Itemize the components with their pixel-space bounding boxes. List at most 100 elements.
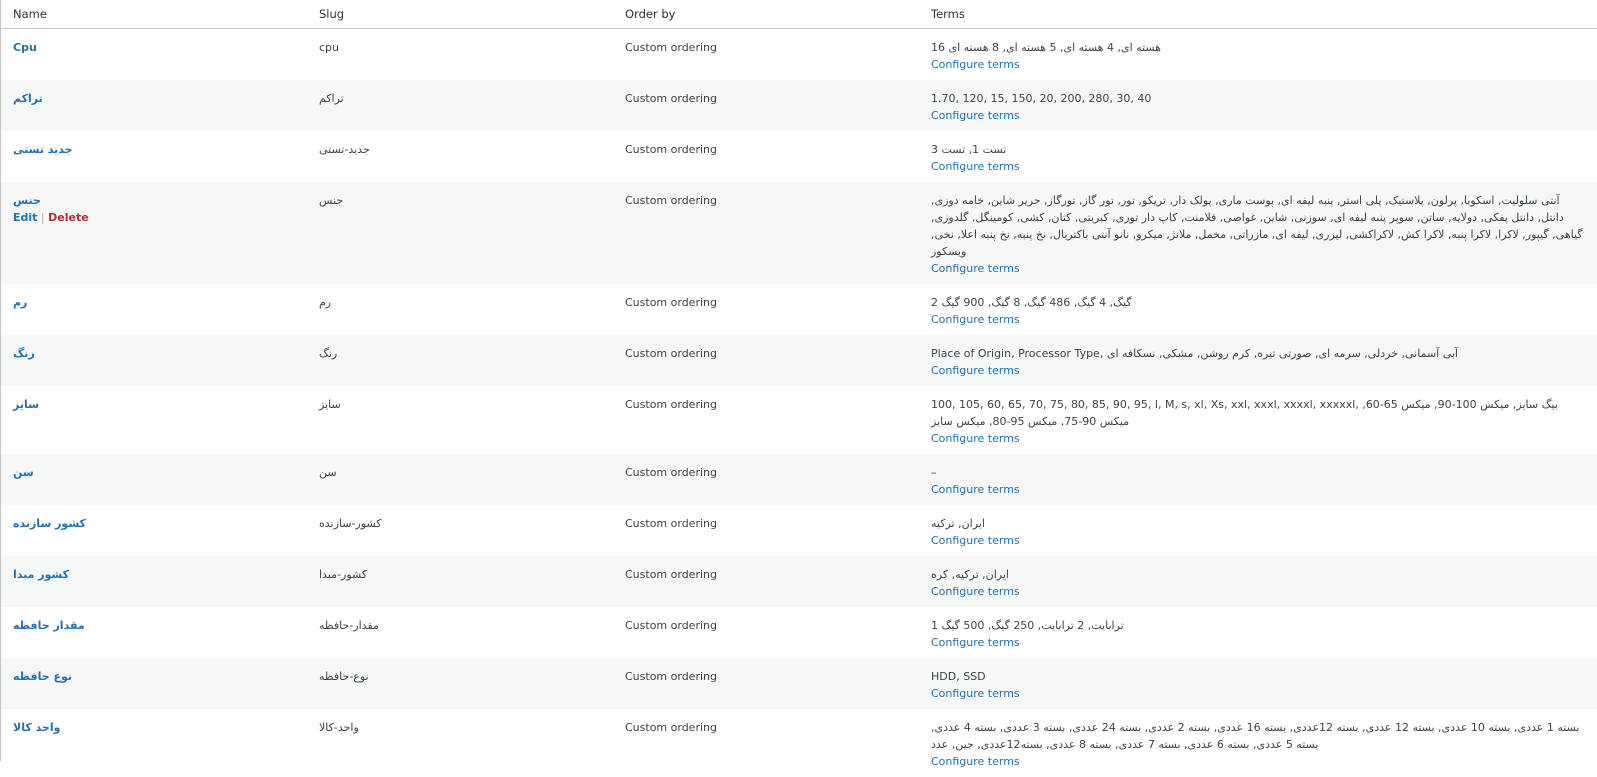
attribute-terms: بسته 1 عددی, بسته 10 عددی, بسته 12 عددی,… xyxy=(931,719,1586,753)
attribute-slug-cell: سن xyxy=(307,454,613,505)
attribute-name-link[interactable]: کشور سازنده xyxy=(13,517,86,530)
column-header-slug: Slug xyxy=(307,0,613,29)
attribute-terms: – xyxy=(931,464,1586,481)
attribute-order-cell: Custom ordering xyxy=(613,80,919,131)
attribute-name-link[interactable]: رنگ xyxy=(13,347,35,360)
column-header-name: Name xyxy=(1,0,307,29)
attribute-order: Custom ordering xyxy=(625,466,717,479)
attribute-order-cell: Custom ordering xyxy=(613,386,919,454)
attribute-order: Custom ordering xyxy=(625,619,717,632)
attribute-order: Custom ordering xyxy=(625,721,717,734)
table-row: واحد کالا واحد-کالا Custom ordering بسته 1 … xyxy=(1,709,1597,777)
attribute-slug-cell: سایز xyxy=(307,386,613,454)
table-row: Cpu cpu Custom ordering هسته ای, 4 هسته ای,… xyxy=(1,29,1597,81)
table-header: Name Slug Order by Terms xyxy=(1,0,1597,29)
configure-terms-link[interactable]: Configure terms xyxy=(931,634,1586,651)
configure-terms-link[interactable]: Configure terms xyxy=(931,583,1586,600)
attribute-name-cell: واحد کالا xyxy=(1,709,307,777)
configure-terms-link[interactable]: Configure terms xyxy=(931,56,1586,73)
attributes-table: Name Slug Order by Terms Cpu cpu Custom or… xyxy=(1,0,1597,777)
edit-link[interactable]: Edit xyxy=(13,211,37,224)
attribute-order: Custom ordering xyxy=(625,143,717,156)
attribute-name-cell: مقدار حافظه xyxy=(1,607,307,658)
column-header-terms: Terms xyxy=(919,0,1597,29)
attribute-slug-cell: رنگ xyxy=(307,335,613,386)
attribute-name-link[interactable]: تراکم xyxy=(13,92,43,105)
attribute-order-cell: Custom ordering xyxy=(613,658,919,709)
configure-terms-link[interactable]: Configure terms xyxy=(931,685,1586,702)
attribute-name-cell: جدید تستی xyxy=(1,131,307,182)
attribute-name-link[interactable]: کشور مبدا xyxy=(13,568,69,581)
attribute-order-cell: Custom ordering xyxy=(613,454,919,505)
attribute-order-cell: Custom ordering xyxy=(613,505,919,556)
table-row: رنگرنگCustom orderingPlace of Origin, Pr… xyxy=(1,335,1597,386)
attribute-name-link[interactable]: نوع حافظه xyxy=(13,670,72,683)
attribute-name-link[interactable]: مقدار حافظه xyxy=(13,619,85,632)
attribute-order: Custom ordering xyxy=(625,670,717,683)
attribute-name-link[interactable]: سن xyxy=(13,466,34,479)
table-row: کشور مبداکشور-مبداCustom orderingایران, … xyxy=(1,556,1597,607)
configure-terms-link[interactable]: Configure terms xyxy=(931,311,1586,328)
attribute-order-cell: Custom ordering xyxy=(613,131,919,182)
attribute-order-cell: Custom ordering xyxy=(613,556,919,607)
attribute-terms-cell: –Configure terms xyxy=(919,454,1597,505)
attribute-order-cell: Custom ordering xyxy=(613,182,919,284)
attribute-terms-cell: 1.70, 120, 15, 150, 20, 200, 280, 30, 40… xyxy=(919,80,1597,131)
configure-terms-link[interactable]: Configure terms xyxy=(931,753,1586,770)
attribute-order-cell: Custom ordering xyxy=(613,284,919,335)
attribute-order-cell: Custom ordering xyxy=(613,607,919,658)
attribute-slug: کشور-سازنده xyxy=(319,517,382,530)
separator: | xyxy=(37,211,48,224)
attribute-slug: واحد-کالا xyxy=(319,721,359,734)
attribute-name-link[interactable]: سایز xyxy=(13,398,39,411)
attribute-terms: 100, 105, 60, 65, 70, 75, 80, 85, 90, 95… xyxy=(931,396,1586,430)
attribute-order-cell: Custom ordering xyxy=(613,335,919,386)
attribute-terms-cell: Place of Origin, Processor Type, آبی آسم… xyxy=(919,335,1597,386)
attribute-terms-cell: بسته 1 عددی, بسته 10 عددی, بسته 12 عددی,… xyxy=(919,709,1597,777)
attributes-table-wrapper: Name Slug Order by Terms Cpu cpu Custom or… xyxy=(0,0,1597,761)
table-row: تراکمتراکمCustom ordering1.70, 120, 15, … xyxy=(1,80,1597,131)
configure-terms-link[interactable]: Configure terms xyxy=(931,107,1586,124)
attribute-slug-cell: مقدار-حافظه xyxy=(307,607,613,658)
attribute-name-link[interactable]: جدید تستی xyxy=(13,143,73,156)
table-row: جنس Edit | Deleteجنس Custom ordering آنتی س… xyxy=(1,182,1597,284)
row-actions: Edit | Delete xyxy=(13,209,295,226)
attribute-terms-cell: ترابایت, 2 ترابایت, 250 گیگ, 500 گیگ 1Co… xyxy=(919,607,1597,658)
attribute-order: Custom ordering xyxy=(625,194,717,207)
configure-terms-link[interactable]: Configure terms xyxy=(931,481,1586,498)
attribute-terms-cell: 100, 105, 60, 65, 70, 75, 80, 85, 90, 95… xyxy=(919,386,1597,454)
attribute-name-link[interactable]: واحد کالا xyxy=(13,721,60,734)
attribute-name-link[interactable]: Cpu xyxy=(13,41,37,54)
attribute-terms: گیگ, 4 گیگ, 486 گیگ, 8 گیگ, 900 گیگ 2 xyxy=(931,294,1586,311)
delete-link[interactable]: Delete xyxy=(48,211,89,224)
attribute-terms-cell: هسته ای, 4 هسته ای, 5 هسته ای, 8 هسته ای… xyxy=(919,29,1597,81)
attribute-name-cell: Cpu xyxy=(1,29,307,81)
attribute-slug: مقدار-حافظه xyxy=(319,619,379,632)
configure-terms-link[interactable]: Configure terms xyxy=(931,532,1586,549)
attribute-terms: آنتی سلولیت, اسکوبا, پرلون, پلاستیک, پلی… xyxy=(931,192,1586,260)
attribute-slug-cell: cpu xyxy=(307,29,613,81)
attribute-terms-cell: گیگ, 4 گیگ, 486 گیگ, 8 گیگ, 900 گیگ 2Con… xyxy=(919,284,1597,335)
table-row: سایز سایز Custom ordering 100, 105, 60, 65,… xyxy=(1,386,1597,454)
configure-terms-link[interactable]: Configure terms xyxy=(931,260,1586,277)
table-row: رمرمCustom orderingگیگ, 4 گیگ, 486 گیگ, … xyxy=(1,284,1597,335)
attribute-slug: سایز xyxy=(319,398,341,411)
attribute-order: Custom ordering xyxy=(625,92,717,105)
attribute-name-cell: تراکم xyxy=(1,80,307,131)
attribute-name-cell: جنس Edit | Delete xyxy=(1,182,307,284)
attribute-name-link[interactable]: جنس xyxy=(13,194,41,207)
configure-terms-link[interactable]: Configure terms xyxy=(931,430,1586,447)
attribute-name-cell: کشور مبدا xyxy=(1,556,307,607)
attribute-order: Custom ordering xyxy=(625,41,717,54)
configure-terms-link[interactable]: Configure terms xyxy=(931,158,1586,175)
table-row: سن سن Custom ordering –Configure terms xyxy=(1,454,1597,505)
attribute-terms-cell: آنتی سلولیت, اسکوبا, پرلون, پلاستیک, پلی… xyxy=(919,182,1597,284)
attribute-terms-cell: ایران, ترکیه, کرهConfigure terms xyxy=(919,556,1597,607)
attribute-slug: نوع-حافظه xyxy=(319,670,369,683)
attribute-name-link[interactable]: رم xyxy=(13,296,27,309)
attribute-slug-cell: واحد-کالا xyxy=(307,709,613,777)
configure-terms-link[interactable]: Configure terms xyxy=(931,362,1586,379)
attribute-name-cell: سایز xyxy=(1,386,307,454)
attribute-name-cell: رم xyxy=(1,284,307,335)
table-row: کشور سازندهکشور-سازندهCustom orderingایر… xyxy=(1,505,1597,556)
